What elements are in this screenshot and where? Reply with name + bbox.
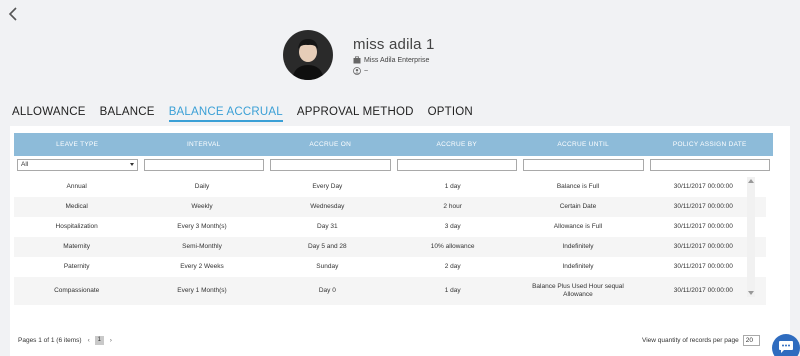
chevron-down-icon — [129, 163, 134, 166]
briefcase-icon — [353, 56, 361, 64]
cell-accrue-by: 10% allowance — [430, 243, 475, 250]
cell-accrue-until: Allowance is Full — [553, 223, 603, 230]
cell-accrue-until: Balance is Full — [556, 183, 600, 190]
cell-accrue-until: Indefinitely — [562, 243, 594, 250]
accrue-on-filter-input[interactable] — [270, 159, 391, 171]
table-body: Annual Daily Every Day 1 day Balance is … — [14, 177, 766, 305]
profile-header: miss adila 1 Miss Adila Enterprise ~ — [283, 30, 435, 80]
policy-assign-date-filter-input[interactable] — [649, 159, 770, 171]
cell-accrue-by: 3 day — [444, 223, 461, 230]
tab-balance-accrual[interactable]: BALANCE ACCRUAL — [168, 106, 283, 122]
profile-user-detail: ~ — [364, 67, 369, 75]
cell-interval: Daily — [194, 183, 210, 190]
cell-interval: Every 3 Month(s) — [177, 223, 227, 230]
prev-page-button[interactable]: ‹ — [88, 337, 90, 344]
leave-type-filter-select[interactable]: All — [17, 159, 138, 171]
table-row[interactable]: Compassionate Every 1 Month(s) Day 0 1 d… — [14, 277, 766, 305]
column-header-accrue-by[interactable]: ACCRUE BY — [394, 133, 521, 156]
column-header-leave-type[interactable]: LEAVE TYPE — [14, 133, 141, 156]
column-header-policy-assign-date[interactable]: POLICY ASSIGN DATE — [647, 133, 774, 156]
table-scrollbar[interactable] — [747, 177, 755, 297]
chevron-left-icon — [8, 7, 17, 21]
chat-bubble-icon — [779, 341, 793, 353]
accrue-by-filter-input[interactable] — [396, 159, 517, 171]
cell-accrue-on: Day 31 — [317, 223, 338, 230]
column-header-accrue-until[interactable]: ACCRUE UNTIL — [520, 133, 647, 156]
cell-leave-type: Maternity — [63, 243, 91, 250]
cell-accrue-by: 2 day — [444, 263, 461, 270]
cell-leave-type: Compassionate — [54, 287, 100, 294]
chat-button[interactable] — [772, 334, 800, 356]
table-row[interactable]: Maternity Semi-Monthly Day 5 and 28 10% … — [14, 237, 766, 257]
tab-option[interactable]: OPTION — [428, 106, 473, 122]
interval-filter-input[interactable] — [143, 159, 264, 171]
filter-row: All — [14, 159, 773, 173]
user-circle-icon — [353, 67, 361, 75]
table-row[interactable]: Medical Weekly Wednesday 2 hour Certain … — [14, 197, 766, 217]
table-row[interactable]: Hospitalization Every 3 Month(s) Day 31 … — [14, 217, 766, 237]
avatar — [283, 30, 333, 80]
tab-allowance[interactable]: ALLOWANCE — [12, 106, 86, 122]
cell-interval: Every 1 Month(s) — [177, 287, 227, 294]
tab-approval-method[interactable]: APPROVAL METHOD — [297, 106, 414, 122]
profile-name: miss adila 1 — [353, 36, 435, 53]
table-header: LEAVE TYPE INTERVAL ACCRUE ON ACCRUE BY … — [14, 133, 773, 156]
cell-accrue-on: Wednesday — [310, 203, 345, 210]
cell-accrue-by: 2 hour — [443, 203, 462, 210]
cell-leave-type: Paternity — [63, 263, 90, 270]
pagination: Pages 1 of 1 (6 items) ‹ 1 › — [18, 336, 112, 345]
cell-accrue-on: Day 5 and 28 — [307, 243, 347, 250]
cell-accrue-on: Day 0 — [318, 287, 336, 294]
accrue-until-filter-input[interactable] — [523, 159, 644, 171]
profile-company: Miss Adila Enterprise — [364, 56, 430, 64]
cell-leave-type: Medical — [65, 203, 88, 210]
cell-accrue-by: 1 day — [444, 183, 461, 190]
cell-accrue-until: Certain Date — [559, 203, 597, 210]
tab-bar: ALLOWANCE BALANCE BALANCE ACCRUAL APPROV… — [12, 106, 487, 122]
cell-interval: Weekly — [191, 203, 213, 210]
cell-accrue-on: Sunday — [316, 263, 339, 270]
column-header-interval[interactable]: INTERVAL — [141, 133, 268, 156]
cell-leave-type: Annual — [66, 183, 87, 190]
page-size-control: View quantity of records per page 20 — [642, 335, 760, 346]
back-button[interactable] — [6, 6, 20, 22]
page-number-button[interactable]: 1 — [94, 336, 104, 345]
cell-accrue-until: Balance Plus Used Hour sequal Allowance — [532, 283, 624, 298]
page-size-label: View quantity of records per page — [642, 337, 739, 344]
table-row[interactable]: Paternity Every 2 Weeks Sunday 2 day Ind… — [14, 257, 766, 277]
column-header-accrue-on[interactable]: ACCRUE ON — [267, 133, 394, 156]
scroll-up-icon[interactable] — [748, 179, 754, 183]
cell-accrue-on: Every Day — [312, 183, 343, 190]
next-page-button[interactable]: › — [110, 337, 112, 344]
table-row[interactable]: Annual Daily Every Day 1 day Balance is … — [14, 177, 766, 197]
scroll-down-icon[interactable] — [748, 291, 754, 295]
cell-leave-type: Hospitalization — [55, 223, 98, 230]
cell-interval: Semi-Monthly — [182, 243, 222, 250]
tab-balance[interactable]: BALANCE — [100, 106, 155, 122]
cell-interval: Every 2 Weeks — [180, 263, 224, 270]
cell-accrue-by: 1 day — [444, 287, 461, 294]
pagination-summary: Pages 1 of 1 (6 items) — [18, 337, 82, 344]
page-size-input[interactable]: 20 — [742, 335, 760, 346]
cell-accrue-until: Indefinitely — [562, 263, 594, 270]
accrual-panel: LEAVE TYPE INTERVAL ACCRUE ON ACCRUE BY … — [10, 126, 790, 356]
